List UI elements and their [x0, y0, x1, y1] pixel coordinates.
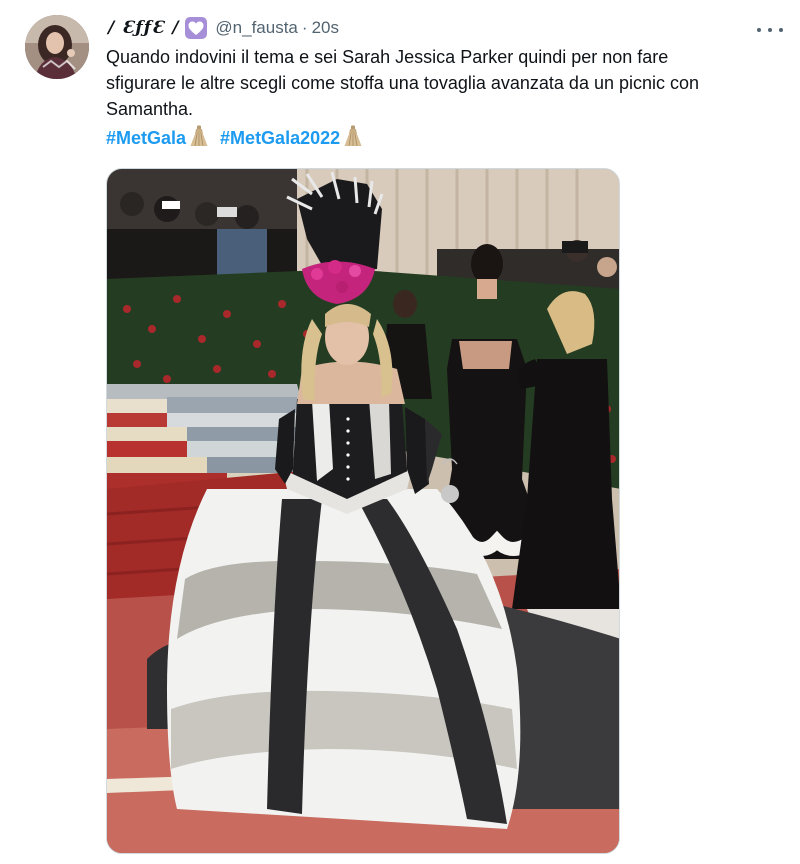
timestamp[interactable]: 20s — [312, 18, 339, 38]
dress-icon — [344, 125, 362, 152]
hashtags-row: #MetGala #MetGala2022 — [106, 124, 374, 152]
hashtag-metgala2022[interactable]: #MetGala2022 — [220, 128, 340, 149]
tweet-header: / ƐƒƒƐ / @n_fausta · 20s — [108, 16, 339, 40]
met-gala-photo — [107, 169, 619, 853]
tweet-text: Quando indovini il tema e sei Sarah Jess… — [106, 44, 786, 122]
purple-heart-icon — [185, 17, 208, 39]
more-options-icon[interactable] — [757, 20, 783, 40]
tweet-text-line: sfigurare le altre scegli come stoffa un… — [106, 73, 700, 93]
dress-icon — [190, 125, 208, 152]
separator-dot: · — [301, 18, 308, 37]
tweet-text-line: Quando indovini il tema e sei Sarah Jess… — [106, 47, 669, 67]
hashtag-metgala[interactable]: #MetGala — [106, 128, 186, 149]
profile-avatar[interactable] — [25, 15, 89, 79]
tweet-photo[interactable] — [106, 168, 620, 854]
tweet: / ƐƒƒƐ / @n_fausta · 20s Quando indovini… — [0, 0, 800, 864]
user-handle[interactable]: @n_fausta — [215, 18, 297, 38]
tweet-text-line: Samantha. — [106, 99, 194, 119]
avatar-photo — [25, 15, 89, 79]
display-name[interactable]: / ƐƒƒƐ / — [108, 18, 179, 38]
